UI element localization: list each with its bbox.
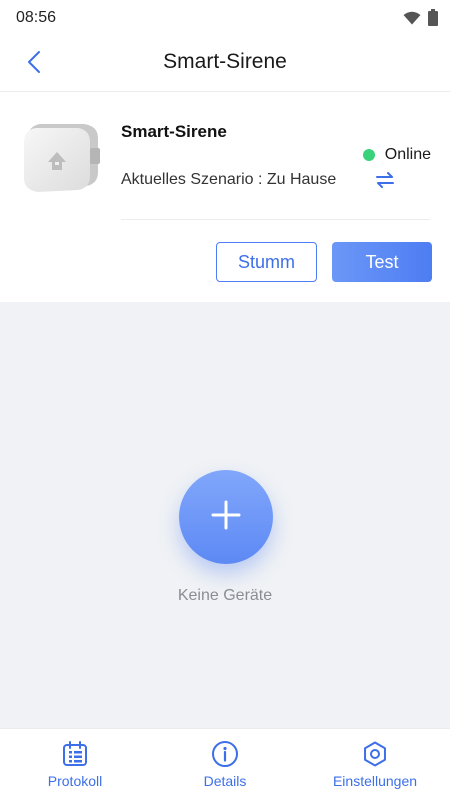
info-icon [211, 740, 239, 768]
test-button[interactable]: Test [332, 242, 432, 282]
scenario-text: Aktuelles Szenario : Zu Hause [121, 171, 337, 188]
status-bar: 08:56 [0, 0, 450, 36]
wifi-icon [403, 11, 421, 30]
calendar-list-icon [61, 740, 89, 768]
nav-item-details[interactable]: Details [150, 729, 300, 800]
status-text: Online [384, 146, 431, 163]
bottom-nav: Protokoll Details Einstellungen [0, 728, 450, 800]
status-time: 08:56 [16, 9, 57, 26]
device-list-area: Keine Geräte [0, 302, 450, 728]
status-icons [403, 9, 438, 31]
nav-label-einstellungen: Einstellungen [332, 773, 418, 789]
nav-item-protokoll[interactable]: Protokoll [0, 729, 150, 800]
nav-item-einstellungen[interactable]: Einstellungen [300, 729, 450, 800]
page-title: Smart-Sirene [163, 50, 287, 73]
header: Smart-Sirene [0, 36, 450, 92]
device-card: Smart-Sirene Online Aktuelles Szenario :… [0, 92, 450, 302]
battery-icon [428, 9, 438, 31]
device-image [22, 118, 104, 194]
nav-label-protokoll: Protokoll [47, 773, 103, 789]
swap-arrows-icon[interactable] [374, 169, 396, 191]
gear-icon [361, 740, 389, 768]
nav-label-details: Details [203, 773, 247, 789]
mute-button[interactable]: Stumm [216, 242, 317, 282]
device-name: Smart-Sirene [121, 122, 227, 141]
device-status: Online [362, 146, 431, 164]
divider [121, 219, 430, 220]
empty-state-text: Keine Geräte [177, 587, 273, 604]
online-indicator [362, 149, 375, 161]
add-device-button[interactable] [179, 470, 273, 564]
plus-icon [210, 499, 242, 536]
